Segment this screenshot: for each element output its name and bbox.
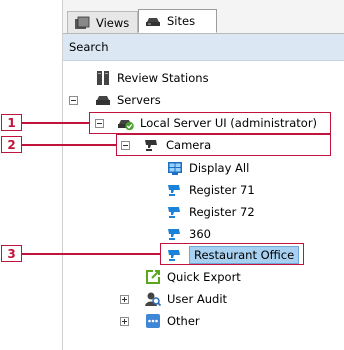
- user-audit-icon: [145, 292, 161, 307]
- callout-1-badge: 1: [1, 114, 22, 131]
- tree-item-user-audit[interactable]: User Audit: [120, 289, 227, 309]
- callout-1-line: [22, 122, 89, 124]
- tree-item-register-72[interactable]: Register 72: [167, 202, 255, 222]
- callout-3-badge: 3: [1, 245, 22, 262]
- tab-sites[interactable]: Sites: [138, 9, 217, 33]
- callout-3-line: [22, 253, 160, 255]
- collapse-icon[interactable]: [69, 95, 78, 105]
- expand-icon[interactable]: [120, 316, 129, 326]
- camera-icon: [168, 185, 180, 196]
- tree-item-review-stations[interactable]: Review Stations: [95, 68, 209, 88]
- tree-item-display-all[interactable]: Display All: [167, 158, 249, 178]
- callout-2-badge: 2: [1, 136, 22, 153]
- tab-bar: Views Sites: [63, 0, 344, 34]
- tree-label-360: 360: [189, 227, 211, 241]
- tab-sites-label: Sites: [167, 14, 196, 28]
- views-icon: [75, 16, 90, 29]
- quick-export-icon: [146, 270, 160, 284]
- tree-label-display-all: Display All: [189, 161, 250, 175]
- tab-views[interactable]: Views: [67, 11, 138, 33]
- tree-item-servers[interactable]: Servers: [69, 90, 161, 110]
- callout-3-box: [160, 243, 304, 265]
- search-label: Search: [69, 40, 109, 54]
- tree-label-register-72: Register 72: [189, 205, 255, 219]
- tree-label-user-audit: User Audit: [167, 292, 228, 306]
- tree-label-servers: Servers: [117, 93, 161, 107]
- callout-1-box: [89, 112, 331, 134]
- review-stations-icon: [97, 71, 109, 85]
- camera-icon: [168, 207, 180, 218]
- camera-icon: [168, 229, 180, 240]
- callout-2-box: [116, 134, 331, 156]
- tree-label-register-71: Register 71: [189, 183, 255, 197]
- tree-label-other: Other: [167, 314, 200, 328]
- search-bar[interactable]: Search: [63, 34, 344, 61]
- tree-item-quick-export[interactable]: Quick Export: [145, 267, 241, 287]
- tree-item-register-71[interactable]: Register 71: [167, 180, 255, 200]
- tree-label-review-stations: Review Stations: [117, 71, 209, 85]
- sites-icon: [146, 18, 160, 26]
- display-all-icon: [168, 162, 182, 175]
- expand-icon[interactable]: [120, 294, 129, 304]
- servers-icon: [96, 96, 110, 105]
- tree-item-360[interactable]: 360: [167, 224, 211, 244]
- tree-item-other[interactable]: Other: [120, 311, 200, 331]
- other-icon: [146, 314, 160, 328]
- tree-label-quick-export: Quick Export: [167, 270, 241, 284]
- tab-views-label: Views: [96, 15, 130, 30]
- callout-2-line: [22, 144, 116, 146]
